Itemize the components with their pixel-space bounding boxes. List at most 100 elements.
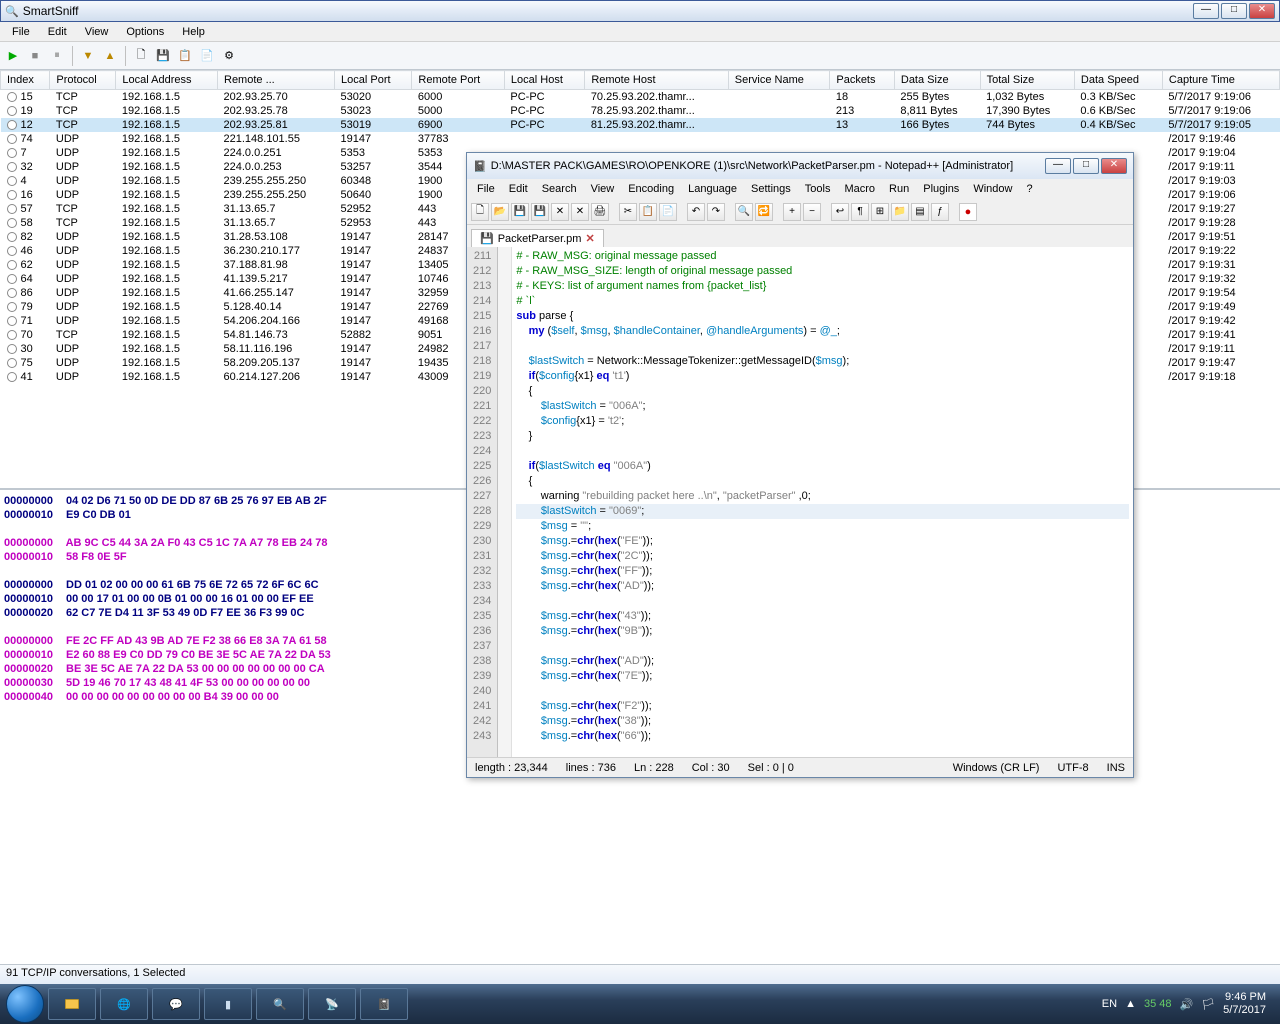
menu-view[interactable]: View <box>77 24 117 40</box>
npp-app-icon: 📓 <box>473 160 487 173</box>
menu-help[interactable]: Help <box>174 24 213 40</box>
npp-close-button[interactable]: ✕ <box>1101 158 1127 174</box>
fold-column[interactable] <box>498 247 512 757</box>
hex-view[interactable]: 00000000 04 02 D6 71 50 0D DE DD 87 6B 2… <box>0 490 460 990</box>
play-icon[interactable]: ▶ <box>4 47 22 65</box>
npp-menu-language[interactable]: Language <box>682 181 743 197</box>
npp-menu-plugins[interactable]: Plugins <box>917 181 965 197</box>
filter-up-icon[interactable]: ▲ <box>101 47 119 65</box>
cut-icon[interactable]: ✂ <box>619 203 637 221</box>
stop-icon[interactable]: ■ <box>26 47 44 65</box>
settings-icon[interactable]: ⚙ <box>220 47 238 65</box>
task-notepadpp[interactable]: 📓 <box>360 988 408 1020</box>
show-all-icon[interactable]: ¶ <box>851 203 869 221</box>
zoom-in-icon[interactable]: + <box>783 203 801 221</box>
undo-icon[interactable]: ↶ <box>687 203 705 221</box>
npp-menu-edit[interactable]: Edit <box>503 181 534 197</box>
menu-options[interactable]: Options <box>118 24 172 40</box>
tray-arrow-icon[interactable]: ▲ <box>1125 998 1136 1010</box>
npp-menu-settings[interactable]: Settings <box>745 181 797 197</box>
npp-minimize-button[interactable]: — <box>1045 158 1071 174</box>
column-header[interactable]: Remote Port <box>412 71 504 90</box>
close-file-icon[interactable]: ✕ <box>551 203 569 221</box>
code-area[interactable]: # - RAW_MSG: original message passed# - … <box>512 247 1133 757</box>
table-row[interactable]: 19TCP192.168.1.5202.93.25.78530235000PC-… <box>1 104 1280 118</box>
replace-icon[interactable]: 🔁 <box>755 203 773 221</box>
doc-map-icon[interactable]: ▤ <box>911 203 929 221</box>
task-discord[interactable]: 💬 <box>152 988 200 1020</box>
function-list-icon[interactable]: ƒ <box>931 203 949 221</box>
table-row[interactable]: 15TCP192.168.1.5202.93.25.70530206000PC-… <box>1 90 1280 105</box>
windows-taskbar[interactable]: 🌐 💬 ▮ 🔍 📡 📓 EN ▲ 35 48 🔊 🏳 9:46 PM 5/7/2… <box>0 984 1280 1024</box>
speaker-icon[interactable]: 🔊 <box>1180 998 1194 1011</box>
clock[interactable]: 9:46 PM 5/7/2017 <box>1223 991 1274 1017</box>
zoom-out-icon[interactable]: − <box>803 203 821 221</box>
clock-time: 9:46 PM <box>1223 991 1266 1004</box>
open-file-icon[interactable]: 📂 <box>491 203 509 221</box>
column-header[interactable]: Local Address <box>116 71 218 90</box>
close-all-icon[interactable]: ✕ <box>571 203 589 221</box>
column-header[interactable]: Capture Time <box>1162 71 1279 90</box>
save-all-icon[interactable]: 💾 <box>531 203 549 221</box>
folder-icon[interactable]: 📁 <box>891 203 909 221</box>
task-cmd[interactable]: ▮ <box>204 988 252 1020</box>
npp-menu-view[interactable]: View <box>585 181 621 197</box>
npp-menu-run[interactable]: Run <box>883 181 915 197</box>
table-row[interactable]: 12TCP192.168.1.5202.93.25.81530196900PC-… <box>1 118 1280 132</box>
save-icon[interactable]: 💾 <box>154 47 172 65</box>
paste-icon[interactable]: 📄 <box>659 203 677 221</box>
indent-guide-icon[interactable]: ⊞ <box>871 203 889 221</box>
properties-icon[interactable]: 📄 <box>198 47 216 65</box>
save-icon[interactable]: 💾 <box>511 203 529 221</box>
notepadpp-window[interactable]: 📓 D:\MASTER PACK\GAMES\RO\OPENKORE (1)\s… <box>466 152 1134 778</box>
task-explorer[interactable] <box>48 988 96 1020</box>
column-header[interactable]: Index <box>1 71 50 90</box>
npp-menu-macro[interactable]: Macro <box>838 181 881 197</box>
npp-editor[interactable]: 2112122132142152162172182192202212222232… <box>467 247 1133 757</box>
column-header[interactable]: Service Name <box>728 71 830 90</box>
table-row[interactable]: 74UDP192.168.1.5221.148.101.551914737783… <box>1 132 1280 146</box>
lang-indicator[interactable]: EN <box>1102 998 1117 1010</box>
task-smartsniff[interactable]: 📡 <box>308 988 356 1020</box>
column-header[interactable]: Packets <box>830 71 895 90</box>
minimize-button[interactable]: — <box>1193 3 1219 19</box>
tab-packetparser[interactable]: 💾 PacketParser.pm ✕ <box>471 229 604 247</box>
column-header[interactable]: Local Host <box>504 71 584 90</box>
copy-icon[interactable]: 📋 <box>639 203 657 221</box>
find-icon[interactable]: 🔍 <box>735 203 753 221</box>
column-header[interactable]: Data Speed <box>1074 71 1162 90</box>
menu-file[interactable]: File <box>4 24 38 40</box>
new-icon[interactable]: 🗋 <box>132 47 150 65</box>
column-header[interactable]: Remote Host <box>585 71 728 90</box>
start-button[interactable] <box>6 985 44 1023</box>
system-tray[interactable]: EN ▲ 35 48 🔊 🏳 9:46 PM 5/7/2017 <box>1102 991 1274 1017</box>
maximize-button[interactable]: □ <box>1221 3 1247 19</box>
print-icon[interactable]: 🖨 <box>591 203 609 221</box>
column-header[interactable]: Data Size <box>894 71 980 90</box>
npp-menu-tools[interactable]: Tools <box>799 181 837 197</box>
redo-icon[interactable]: ↷ <box>707 203 725 221</box>
npp-menu-window[interactable]: Window <box>967 181 1018 197</box>
copy-icon[interactable]: 📋 <box>176 47 194 65</box>
task-zoom[interactable]: 🔍 <box>256 988 304 1020</box>
pause-icon[interactable]: ⏸ <box>48 47 66 65</box>
task-chrome[interactable]: 🌐 <box>100 988 148 1020</box>
action-center-icon[interactable]: 🏳 <box>1201 998 1215 1011</box>
npp-maximize-button[interactable]: □ <box>1073 158 1099 174</box>
npp-titlebar[interactable]: 📓 D:\MASTER PACK\GAMES\RO\OPENKORE (1)\s… <box>467 153 1133 179</box>
npp-menu-search[interactable]: Search <box>536 181 583 197</box>
column-header[interactable]: Total Size <box>980 71 1074 90</box>
npp-menu-encoding[interactable]: Encoding <box>622 181 680 197</box>
record-macro-icon[interactable]: ● <box>959 203 977 221</box>
wordwrap-icon[interactable]: ↩ <box>831 203 849 221</box>
column-header[interactable]: Remote ... <box>218 71 335 90</box>
close-button[interactable]: ✕ <box>1249 3 1275 19</box>
column-header[interactable]: Protocol <box>50 71 116 90</box>
menu-edit[interactable]: Edit <box>40 24 75 40</box>
filter-down-icon[interactable]: ▼ <box>79 47 97 65</box>
npp-menu-file[interactable]: File <box>471 181 501 197</box>
tab-close-icon[interactable]: ✕ <box>585 232 594 245</box>
npp-menu-help[interactable]: ? <box>1020 181 1038 197</box>
column-header[interactable]: Local Port <box>335 71 412 90</box>
new-file-icon[interactable]: 🗋 <box>471 203 489 221</box>
